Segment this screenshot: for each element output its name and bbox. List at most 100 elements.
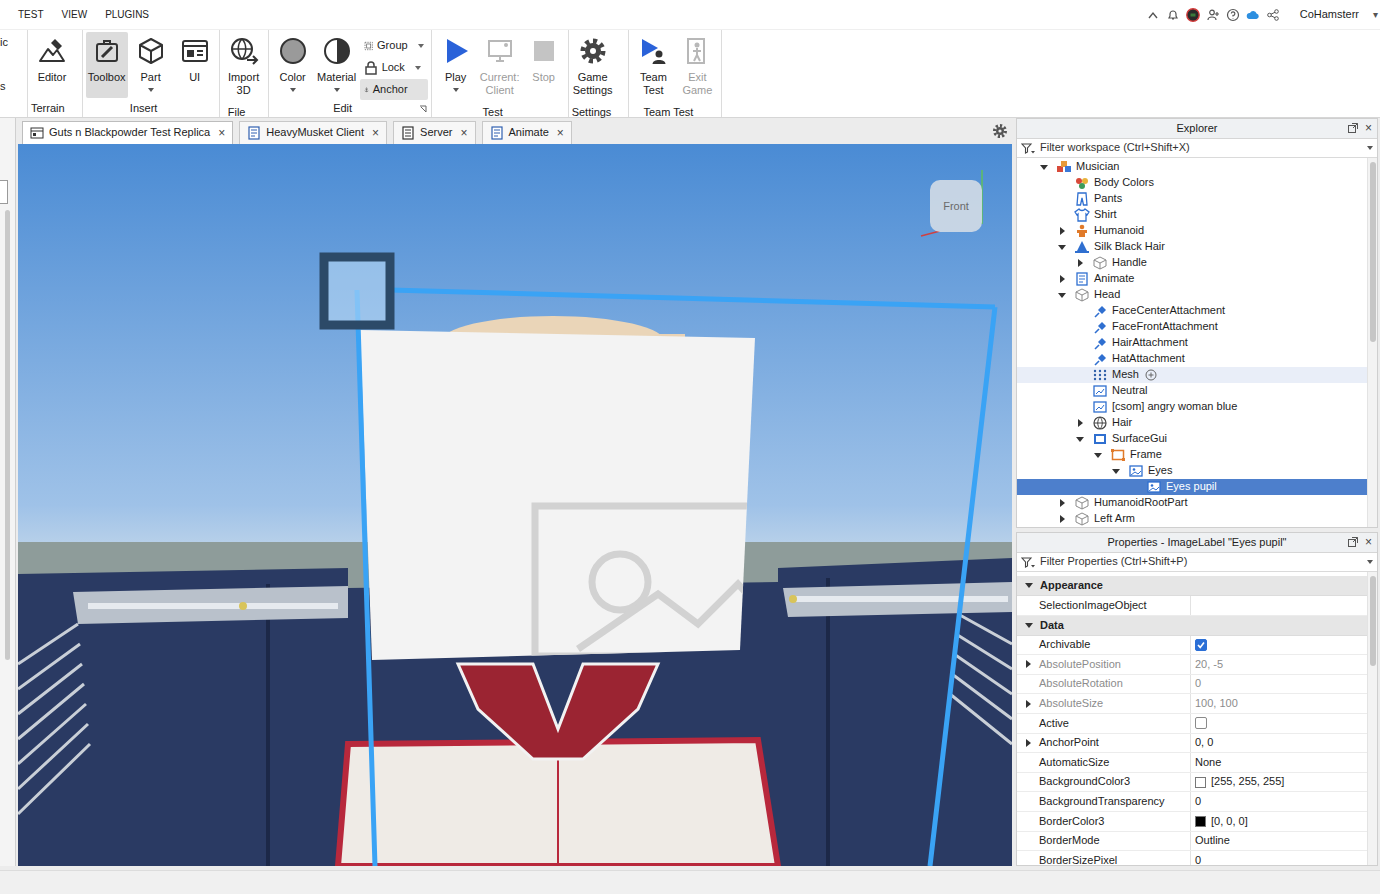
property-value-cell[interactable]: 0 — [1191, 851, 1367, 865]
play-button[interactable]: Play — [435, 32, 477, 98]
property-row[interactable]: AnchorPoint0, 0 — [1017, 734, 1367, 754]
plus-icon[interactable] — [1145, 369, 1157, 381]
property-value[interactable]: 0 — [1195, 854, 1201, 865]
tool-label-line[interactable]: Import — [228, 71, 259, 84]
section-label[interactable]: Appearance — [1040, 579, 1103, 592]
tool-label[interactable]: Editor — [38, 71, 67, 84]
expand-arrow-icon[interactable] — [1073, 368, 1087, 382]
viewport[interactable]: Front — [18, 144, 1012, 866]
tab-close-button[interactable]: × — [460, 126, 467, 140]
tree-item-label[interactable]: Humanoid — [1094, 224, 1144, 237]
expand-arrow-icon[interactable] — [1091, 448, 1105, 462]
expand-arrow-icon[interactable] — [1037, 160, 1051, 174]
tree-item-label[interactable]: Musician — [1076, 160, 1119, 173]
property-row[interactable]: BackgroundTransparency0 — [1017, 792, 1367, 812]
property-section[interactable]: Data — [1017, 616, 1367, 636]
tree-item-label[interactable]: HumanoidRootPart — [1094, 496, 1188, 509]
insert-object-button[interactable] — [1145, 369, 1157, 381]
check-icon[interactable] — [1196, 640, 1206, 650]
tool-label[interactable]: Play — [445, 71, 466, 84]
tree-item[interactable]: HumanoidRootPart — [1017, 495, 1367, 511]
triangle-icon[interactable] — [1058, 245, 1066, 250]
add-friend-icon[interactable] — [1206, 8, 1220, 22]
avatar-icon[interactable] — [1186, 8, 1200, 22]
view-cube[interactable] — [930, 180, 982, 232]
dropdown-arrow-icon[interactable] — [453, 88, 459, 92]
tool-label[interactable]: Stop — [532, 71, 555, 84]
property-value-cell[interactable]: None — [1191, 753, 1367, 772]
tab-close-button[interactable]: × — [372, 126, 379, 140]
property-value[interactable]: [0, 0, 0] — [1211, 815, 1248, 828]
tree-item[interactable]: Shirt — [1017, 207, 1367, 223]
left-scrollbar[interactable] — [5, 210, 10, 660]
property-value-cell[interactable] — [1191, 596, 1367, 615]
tree-item-label[interactable]: Eyes — [1148, 464, 1172, 477]
property-value-cell[interactable]: [0, 0, 0] — [1191, 812, 1367, 831]
document-tab[interactable]: Server × — [393, 121, 475, 144]
expand-arrow-icon[interactable] — [1055, 496, 1069, 510]
property-row[interactable]: Archivable — [1017, 636, 1367, 656]
tree-item-label[interactable]: HairAttachment — [1112, 336, 1188, 349]
tool-label[interactable]: Toolbox — [88, 71, 126, 84]
property-value-cell[interactable] — [1191, 636, 1367, 655]
expand-arrow-icon[interactable] — [1073, 304, 1087, 318]
anchor-icon[interactable] — [364, 83, 369, 97]
current-client-button[interactable]: Current:Client — [479, 32, 521, 105]
color-swatch[interactable] — [1195, 816, 1206, 827]
expand-arrow-icon[interactable] — [1073, 320, 1087, 334]
expand-arrow-icon[interactable] — [1073, 384, 1087, 398]
tree-item[interactable]: Eyes — [1017, 463, 1367, 479]
dialog-launcher-icon[interactable] — [418, 104, 428, 114]
tool-label-line[interactable]: Part — [141, 71, 161, 84]
toolbox-button[interactable]: Toolbox — [86, 32, 128, 98]
tree-item-label[interactable]: Head — [1094, 288, 1120, 301]
toolbox-icon[interactable] — [92, 36, 122, 66]
tree-item-label[interactable]: Eyes pupil — [1166, 480, 1217, 493]
expand-arrow-icon[interactable] — [1055, 176, 1069, 190]
tab-label[interactable]: Server — [420, 126, 452, 139]
property-value-cell[interactable]: 0 — [1191, 792, 1367, 811]
exit-game-button[interactable]: ExitGame — [676, 32, 718, 105]
tool-label[interactable]: Part — [141, 71, 161, 84]
triangle-icon[interactable] — [1060, 227, 1065, 235]
settings-icon[interactable] — [578, 36, 608, 66]
tree-item[interactable]: HairAttachment — [1017, 335, 1367, 351]
tree-item[interactable]: HatAttachment — [1017, 351, 1367, 367]
tree-item-label[interactable]: FaceCenterAttachment — [1112, 304, 1225, 317]
properties-scrollbar[interactable] — [1367, 572, 1377, 865]
expand-arrow-icon[interactable] — [1022, 579, 1036, 593]
tool-label-line[interactable]: Editor — [38, 71, 67, 84]
terrain-editor-button[interactable]: Editor — [31, 32, 73, 98]
triangle-icon[interactable] — [1094, 453, 1102, 458]
tool-label[interactable]: ExitGame — [682, 71, 712, 97]
dropdown-arrow-icon[interactable] — [290, 88, 296, 92]
property-row[interactable]: Active — [1017, 714, 1367, 734]
triangle-icon[interactable] — [1025, 623, 1033, 628]
tool-label-line[interactable]: Material — [317, 71, 356, 84]
play-icon[interactable] — [441, 36, 471, 66]
tool-label[interactable]: Material — [317, 71, 356, 84]
small-tool-label[interactable]: Group — [377, 39, 408, 52]
section-label[interactable]: Data — [1040, 619, 1064, 632]
tree-item[interactable]: FaceCenterAttachment — [1017, 303, 1367, 319]
explorer-scrollbar[interactable] — [1367, 158, 1377, 527]
document-tab[interactable]: Guts n Blackpowder Test Replica× — [22, 121, 233, 144]
property-section[interactable]: Appearance — [1017, 576, 1367, 596]
tool-label-line[interactable]: 3D — [237, 84, 251, 97]
scrollbar-thumb[interactable] — [1370, 576, 1376, 666]
team-test-button[interactable]: TeamTest — [632, 32, 674, 105]
triangle-icon[interactable] — [1078, 419, 1083, 427]
expand-arrow-icon[interactable] — [1055, 240, 1069, 254]
property-value[interactable]: [255, 255, 255] — [1211, 775, 1284, 788]
small-tool-label[interactable]: Anchor — [373, 83, 408, 96]
tool-label-line[interactable]: Play — [445, 71, 466, 84]
exit-icon[interactable] — [682, 36, 712, 66]
tool-label-line[interactable]: Team — [640, 71, 667, 84]
lock-icon[interactable] — [364, 61, 378, 75]
property-checkbox[interactable] — [1195, 717, 1207, 729]
menu-item[interactable]: TEST — [18, 9, 44, 21]
tree-item-label[interactable]: Hair — [1112, 416, 1132, 429]
scrollbar-thumb[interactable] — [1370, 162, 1376, 342]
color-swatch[interactable] — [1195, 777, 1206, 788]
expand-arrow-icon[interactable] — [1073, 336, 1087, 350]
